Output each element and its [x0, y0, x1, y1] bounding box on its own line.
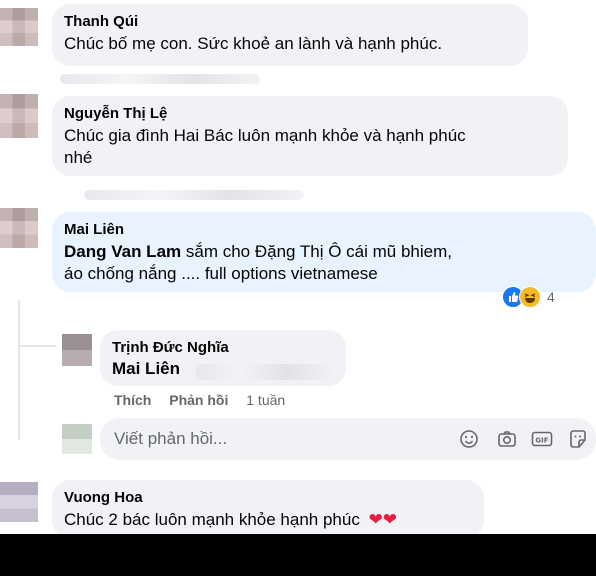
timestamp[interactable]: 1 tuần	[246, 392, 285, 408]
avatar[interactable]	[0, 208, 38, 248]
avatar[interactable]	[0, 94, 38, 138]
like-action[interactable]: Thích	[114, 392, 151, 408]
reply-action[interactable]: Phản hồi	[169, 392, 228, 408]
heart-emoji-icon: ❤❤	[368, 510, 398, 529]
avatar[interactable]	[62, 334, 92, 366]
comment-author[interactable]: Mai Liên	[64, 220, 584, 239]
reaction-summary[interactable]: 4	[502, 285, 555, 309]
mention-link[interactable]: Mai Liên	[112, 359, 180, 378]
comment-bubble: Vuong Hoa Chúc 2 bác luôn mạnh khỏe hạnh…	[52, 480, 484, 538]
comment-actions-blurred	[84, 190, 304, 200]
comment-author[interactable]: Nguyễn Thị Lệ	[64, 104, 556, 123]
comment-bubble-highlighted: Mai Liên Dang Van Lam sắm cho Đặng Thị Ô…	[52, 212, 596, 292]
comment-text-line-2: nhé	[64, 148, 93, 167]
gif-icon[interactable]: GIF	[531, 428, 553, 450]
reply-blurred-text	[196, 364, 332, 380]
comment-text-body: Chúc 2 bác luôn mạnh khỏe hạnh phúc	[64, 510, 360, 529]
comment-author[interactable]: Thanh Qúi	[64, 12, 516, 31]
emoji-icon[interactable]	[458, 428, 480, 450]
black-bar	[0, 534, 596, 576]
comment-text: Chúc 2 bác luôn mạnh khỏe hạnh phúc ❤❤	[64, 509, 472, 531]
avatar[interactable]	[0, 8, 38, 46]
thread-line	[18, 345, 56, 347]
sticker-icon[interactable]	[567, 428, 589, 450]
thread-line	[18, 300, 20, 440]
comment-text-line-1: Dang Van Lam sắm cho Đặng Thị Ô cái mũ b…	[64, 241, 584, 263]
svg-text:GIF: GIF	[535, 437, 548, 445]
comment-bubble: Nguyễn Thị Lệ Chúc gia đình Hai Bác luôn…	[52, 96, 568, 176]
reply-actions: Thích Phản hồi 1 tuần	[114, 392, 285, 408]
avatar[interactable]	[0, 482, 38, 522]
reaction-count: 4	[547, 289, 555, 305]
comment-text-rest: sắm cho Đặng Thị Ô cái mũ bhiem,	[181, 242, 452, 261]
reply-input[interactable]: Viết phản hồi... GIF	[100, 418, 596, 460]
comment-actions-blurred	[60, 74, 260, 84]
haha-icon	[519, 286, 541, 308]
camera-icon[interactable]	[496, 428, 518, 450]
comment-text-line-1: Chúc gia đình Hai Bác luôn mạnh khỏe và …	[64, 126, 466, 145]
comment-text-line-2: áo chống nắng .... full options vietname…	[64, 264, 378, 283]
comment-text: Chúc bố mẹ con. Sức khoẻ an lành và hạnh…	[64, 34, 443, 53]
mention-link[interactable]: Dang Van Lam	[64, 242, 181, 261]
reply-placeholder: Viết phản hồi...	[114, 429, 228, 448]
reply-author[interactable]: Trịnh Đức Nghĩa	[112, 338, 334, 357]
avatar	[62, 424, 92, 454]
comment-author[interactable]: Vuong Hoa	[64, 488, 472, 507]
comment-bubble: Thanh Qúi Chúc bố mẹ con. Sức khoẻ an là…	[52, 4, 528, 66]
